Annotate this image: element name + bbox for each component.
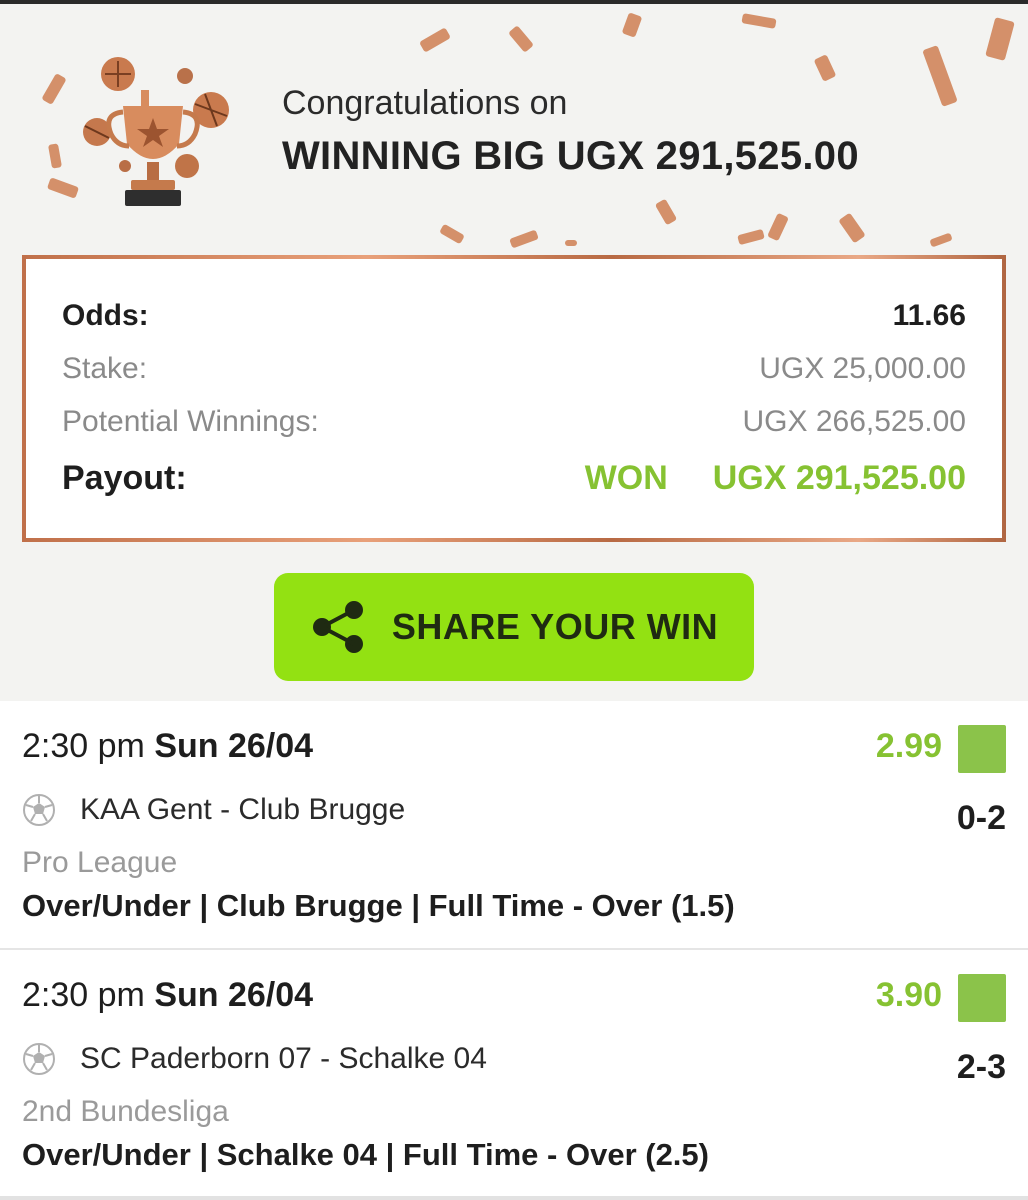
won-status-indicator bbox=[958, 725, 1006, 773]
bet-date: Sun 26/04 bbox=[154, 976, 314, 1014]
confetti bbox=[419, 27, 451, 53]
confetti bbox=[922, 45, 958, 107]
confetti bbox=[813, 54, 837, 82]
bet-teams: SC Paderborn 07 - Schalke 04 bbox=[80, 1042, 487, 1075]
bet-selections-list: 2:30 pm Sun 26/04 2.99 KAA Gent - Club B… bbox=[0, 701, 1028, 1200]
stake-value: UGX 25,000.00 bbox=[759, 352, 966, 385]
potential-winnings-value: UGX 266,525.00 bbox=[742, 405, 967, 438]
payout-value-group: WON UGX 291,525.00 bbox=[585, 459, 966, 498]
payout-label: Payout: bbox=[62, 459, 187, 497]
bet-time: 2:30 pm bbox=[22, 976, 145, 1014]
bet-league: 2nd Bundesliga bbox=[22, 1095, 229, 1128]
trophy-icon bbox=[83, 57, 229, 206]
bet-selection-item[interactable]: 2:30 pm Sun 26/04 3.90 SC Paderborn 07 -… bbox=[0, 950, 1028, 1198]
bet-summary-card: Odds: 11.66 Stake: UGX 25,000.00 Potenti… bbox=[22, 255, 1006, 542]
bet-time: 2:30 pm bbox=[22, 727, 145, 765]
bet-odds: 2.99 bbox=[875, 727, 942, 765]
confetti bbox=[737, 228, 765, 246]
stake-label: Stake: bbox=[62, 352, 148, 385]
congrats-subtitle: Congratulations on bbox=[282, 84, 568, 122]
congrats-banner: Congratulations on WINNING BIG UGX 291,5… bbox=[0, 4, 1028, 250]
odds-value: 11.66 bbox=[892, 299, 966, 332]
share-your-win-button[interactable]: SHARE YOUR WIN bbox=[274, 573, 754, 681]
confetti bbox=[565, 240, 577, 246]
bet-datetime: 2:30 pm Sun 26/04 bbox=[22, 727, 313, 766]
confetti bbox=[767, 212, 789, 242]
share-icon bbox=[312, 601, 363, 653]
confetti bbox=[509, 229, 539, 249]
confetti bbox=[508, 25, 534, 53]
bet-datetime: 2:30 pm Sun 26/04 bbox=[22, 976, 313, 1015]
confetti bbox=[838, 212, 866, 244]
bet-score: 0-2 bbox=[956, 799, 1006, 837]
bet-date: Sun 26/04 bbox=[154, 727, 314, 765]
confetti bbox=[929, 232, 953, 248]
bet-selection-item[interactable]: 2:30 pm Sun 26/04 2.99 KAA Gent - Club B… bbox=[0, 701, 1028, 949]
confetti bbox=[621, 12, 643, 38]
confetti bbox=[439, 223, 465, 245]
soccer-ball-icon bbox=[23, 1043, 55, 1075]
bet-league: Pro League bbox=[22, 846, 178, 879]
share-button-label: SHARE YOUR WIN bbox=[391, 606, 719, 647]
bet-score: 2-3 bbox=[956, 1048, 1006, 1086]
bet-market: Over/Under | Club Brugge | Full Time - O… bbox=[22, 888, 735, 923]
odds-label: Odds: bbox=[62, 299, 149, 332]
confetti bbox=[741, 13, 777, 29]
confetti bbox=[985, 17, 1015, 61]
won-status-indicator bbox=[958, 974, 1006, 1022]
bet-market: Over/Under | Schalke 04 | Full Time - Ov… bbox=[22, 1137, 709, 1172]
winning-amount-title: WINNING BIG UGX 291,525.00 bbox=[282, 134, 859, 178]
confetti bbox=[654, 198, 678, 226]
potential-winnings-label: Potential Winnings: bbox=[62, 405, 319, 438]
payout-amount: UGX 291,525.00 bbox=[712, 459, 966, 497]
payout-status: WON bbox=[584, 459, 668, 497]
bottom-divider bbox=[0, 1196, 1028, 1200]
bet-odds: 3.90 bbox=[875, 976, 942, 1014]
bet-teams: KAA Gent - Club Brugge bbox=[80, 793, 406, 826]
soccer-ball-icon bbox=[23, 794, 55, 826]
